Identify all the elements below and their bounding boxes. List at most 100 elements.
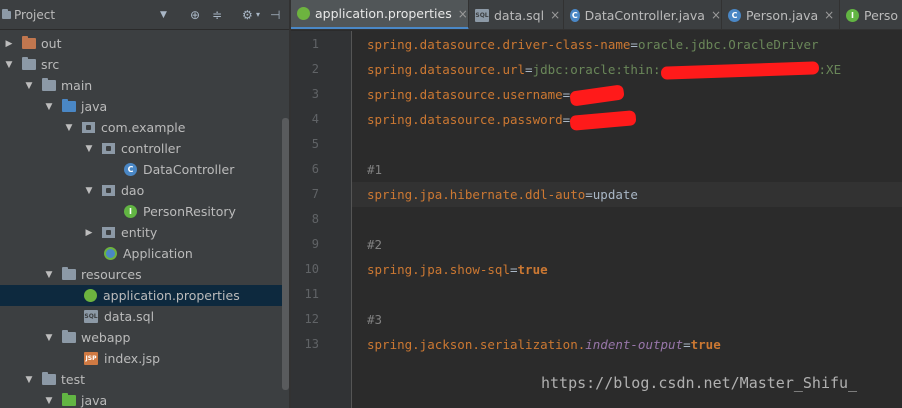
property-key: spring.datasource.password bbox=[367, 112, 563, 127]
equals-sign: = bbox=[510, 262, 518, 277]
chevron-down-icon[interactable]: ▼ bbox=[44, 102, 54, 112]
tree-item-webapp[interactable]: ▼ webapp bbox=[0, 327, 282, 348]
tree-item-test[interactable]: ▼ test bbox=[0, 369, 282, 390]
project-tree-scrollbar[interactable] bbox=[282, 118, 289, 390]
tree-item-label: webapp bbox=[81, 330, 131, 345]
folder-icon bbox=[62, 330, 76, 343]
tree-item-label: entity bbox=[121, 225, 158, 240]
tree-item-data-sql[interactable]: SQL data.sql bbox=[0, 306, 282, 327]
tree-item-dao[interactable]: ▼ dao bbox=[0, 180, 282, 201]
code-line-1[interactable]: spring.datasource.driver-class-name=orac… bbox=[352, 32, 902, 57]
hide-icon[interactable]: ⊣ bbox=[270, 7, 280, 23]
close-icon[interactable]: × bbox=[824, 8, 834, 22]
tree-item-label: PersonResitory bbox=[143, 204, 236, 219]
chevron-down-icon[interactable]: ▼ bbox=[84, 144, 94, 154]
folder-icon bbox=[42, 78, 56, 91]
code-line-2[interactable]: spring.datasource.url=jdbc:oracle:thin::… bbox=[352, 57, 902, 82]
chevron-right-icon[interactable]: ▶ bbox=[4, 39, 14, 49]
line-number: 12 bbox=[304, 312, 319, 326]
equals-sign: = bbox=[525, 62, 533, 77]
spring-boot-app-icon bbox=[104, 247, 117, 260]
tree-item-com-example[interactable]: ▼ com.example bbox=[0, 117, 282, 138]
code-line-6[interactable]: #1 bbox=[352, 157, 902, 182]
gear-dropdown-icon[interactable]: ▾ bbox=[256, 7, 260, 23]
chevron-down-icon[interactable]: ▼ bbox=[24, 81, 34, 91]
redaction-mark bbox=[660, 61, 819, 80]
tree-item-out[interactable]: ▶ out bbox=[0, 33, 282, 54]
property-key: spring.datasource.url bbox=[367, 62, 526, 77]
interface-icon: I bbox=[124, 205, 137, 218]
chevron-down-icon[interactable]: ▼ bbox=[84, 186, 94, 196]
close-icon[interactable]: × bbox=[711, 8, 721, 22]
close-icon[interactable]: × bbox=[550, 8, 560, 22]
chevron-down-icon[interactable]: ▼ bbox=[24, 375, 34, 385]
property-key-italic: indent-output bbox=[585, 337, 684, 352]
tree-item-label: Application bbox=[123, 246, 193, 261]
code-line-12[interactable]: #3 bbox=[352, 307, 902, 332]
tree-item-datacontroller[interactable]: C DataController bbox=[0, 159, 282, 180]
jsp-file-icon: JSP bbox=[84, 352, 98, 365]
chevron-down-icon[interactable]: ▼ bbox=[44, 333, 54, 343]
tree-item-entity[interactable]: ▶ entity bbox=[0, 222, 282, 243]
target-icon[interactable]: ⊕ bbox=[190, 7, 200, 23]
code-line-11[interactable] bbox=[352, 282, 902, 307]
tree-item-personresitory[interactable]: I PersonResitory bbox=[0, 201, 282, 222]
tree-item-label: index.jsp bbox=[104, 351, 161, 366]
line-number: 5 bbox=[311, 137, 319, 151]
code-line-13[interactable]: spring.jackson.serialization.indent-outp… bbox=[352, 332, 902, 357]
redaction-mark bbox=[569, 110, 637, 131]
project-view-selector[interactable]: Project bbox=[2, 6, 55, 24]
project-panel: Project ▼ ⊕ ≑ ⚙ ▾ ⊣ ▶ out ▼ src ▼ main ▼… bbox=[0, 0, 290, 408]
gear-icon[interactable]: ⚙ bbox=[242, 7, 253, 23]
property-value: true bbox=[517, 262, 548, 277]
folder-icon bbox=[22, 36, 36, 49]
tab-label: Perso bbox=[864, 7, 899, 23]
close-icon[interactable]: × bbox=[458, 7, 468, 21]
chevron-down-icon[interactable]: ▼ bbox=[44, 270, 54, 280]
test-folder-icon bbox=[62, 393, 76, 406]
line-number: 8 bbox=[311, 212, 319, 226]
folder-icon bbox=[42, 372, 56, 385]
chevron-right-icon[interactable]: ▶ bbox=[84, 228, 94, 238]
spring-leaf-icon bbox=[297, 7, 310, 20]
tab-label: data.sql bbox=[494, 7, 545, 23]
line-number: 1 bbox=[311, 37, 319, 51]
collapse-all-icon[interactable]: ≑ bbox=[212, 7, 222, 23]
tab-person-partial[interactable]: I Perso bbox=[840, 0, 902, 29]
tree-item-controller[interactable]: ▼ controller bbox=[0, 138, 282, 159]
code-line-3[interactable]: spring.datasource.username= bbox=[352, 82, 902, 107]
tree-item-application-properties[interactable]: application.properties bbox=[0, 285, 282, 306]
tree-item-src[interactable]: ▼ src bbox=[0, 54, 282, 75]
code-line-8[interactable] bbox=[352, 207, 902, 232]
tree-item-label: dao bbox=[121, 183, 145, 198]
property-key: spring.datasource.username bbox=[367, 87, 563, 102]
chevron-down-icon[interactable]: ▼ bbox=[44, 396, 54, 406]
equals-sign: = bbox=[630, 37, 638, 52]
tree-item-java[interactable]: ▼ java bbox=[0, 96, 282, 117]
code-line-10[interactable]: spring.jpa.show-sql=true bbox=[352, 257, 902, 282]
tree-item-index-jsp[interactable]: JSP index.jsp bbox=[0, 348, 282, 369]
code-line-9[interactable]: #2 bbox=[352, 232, 902, 257]
tree-item-application[interactable]: Application bbox=[0, 243, 282, 264]
tab-person-java[interactable]: C Person.java × bbox=[722, 0, 840, 29]
tab-datacontroller-java[interactable]: C DataController.java × bbox=[564, 0, 722, 29]
chevron-down-icon[interactable]: ▼ bbox=[4, 60, 14, 70]
tab-application-properties[interactable]: application.properties × bbox=[291, 0, 469, 29]
project-panel-header: Project ▼ ⊕ ≑ ⚙ ▾ ⊣ bbox=[0, 0, 290, 30]
tree-item-main[interactable]: ▼ main bbox=[0, 75, 282, 96]
code-line-5[interactable] bbox=[352, 132, 902, 157]
package-icon bbox=[102, 185, 115, 196]
comment: #1 bbox=[367, 162, 383, 177]
code-line-7[interactable]: spring.jpa.hibernate.ddl-auto=update bbox=[352, 182, 902, 207]
chevron-down-icon[interactable]: ▼ bbox=[160, 7, 167, 23]
tab-data-sql[interactable]: SQL data.sql × bbox=[469, 0, 564, 29]
class-icon: C bbox=[124, 163, 137, 176]
code-line-4[interactable]: spring.datasource.password= bbox=[352, 107, 902, 132]
tree-item-test-java[interactable]: ▼ java bbox=[0, 390, 282, 408]
line-number: 9 bbox=[311, 237, 319, 251]
chevron-down-icon[interactable]: ▼ bbox=[64, 123, 74, 133]
tab-label: application.properties bbox=[315, 6, 452, 21]
tree-item-resources[interactable]: ▼ resources bbox=[0, 264, 282, 285]
tree-item-label: java bbox=[81, 99, 108, 114]
project-icon bbox=[2, 9, 11, 19]
